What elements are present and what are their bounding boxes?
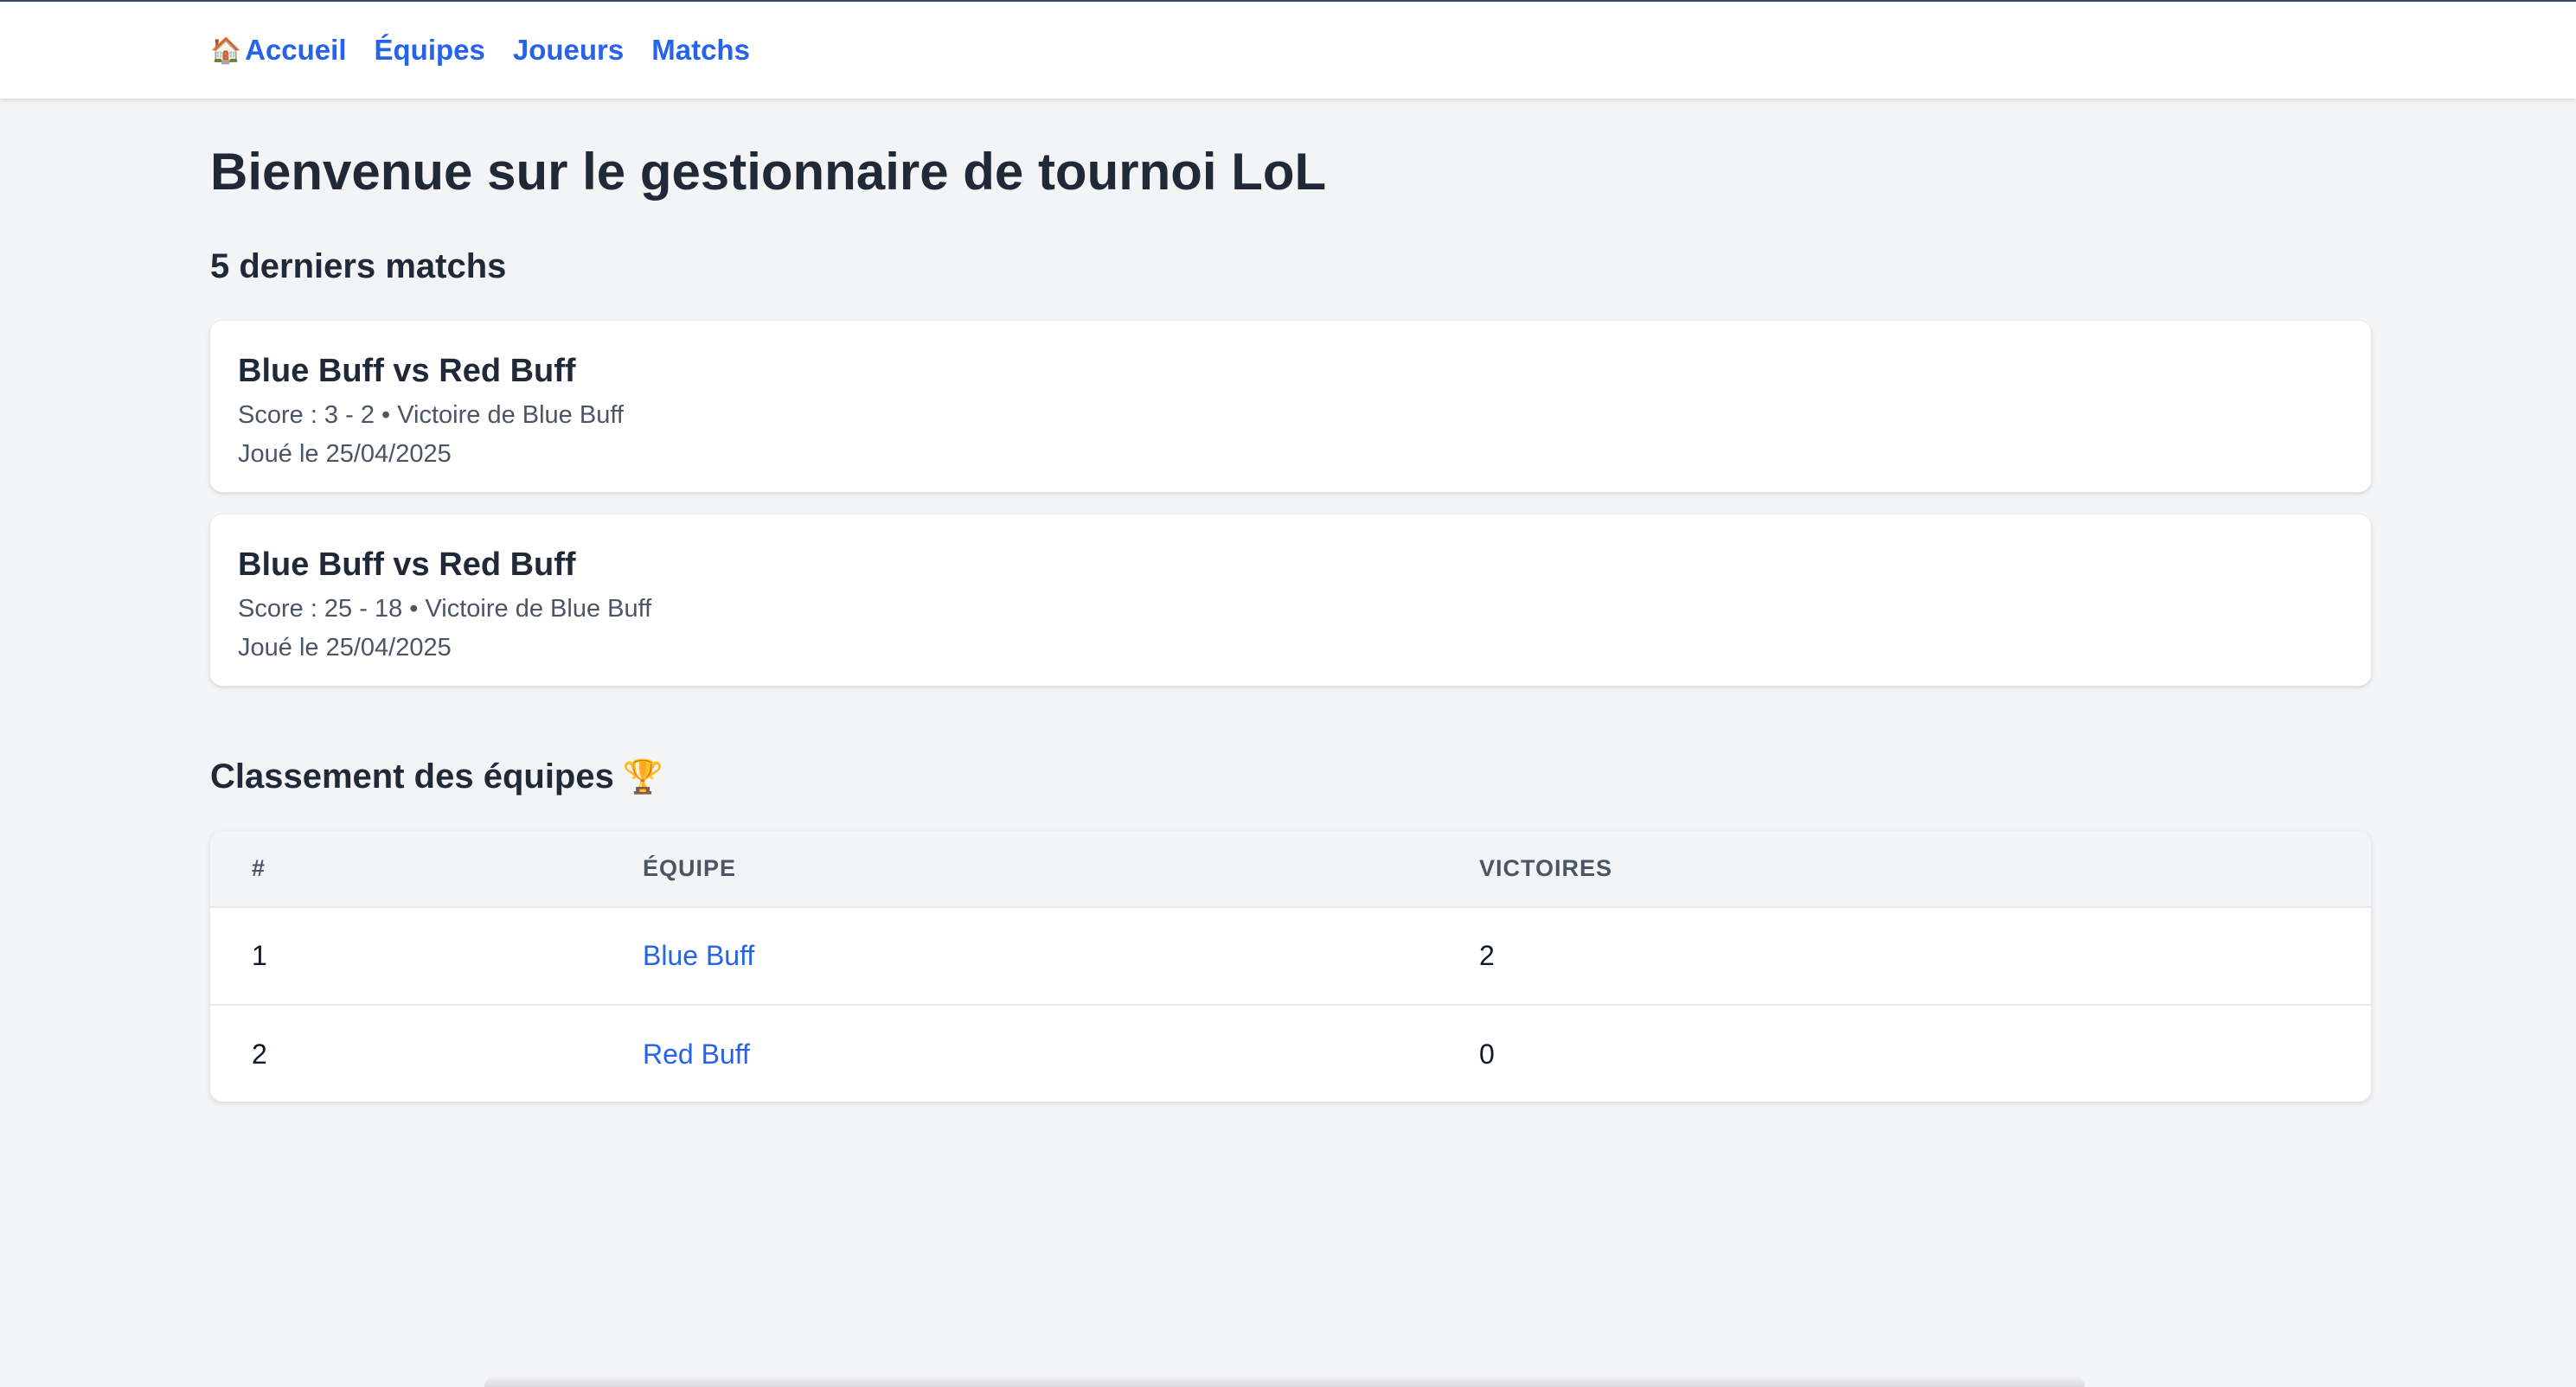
table-header-row: # ÉQUIPE VICTOIRES <box>210 831 2371 907</box>
wins-cell: 2 <box>1479 940 1495 971</box>
nav-links: 🏠 Accueil Équipes Joueurs Matchs <box>210 2 750 99</box>
rank-cell: 2 <box>252 1038 267 1070</box>
match-card: Blue Buff vs Red Buff Score : 25 - 18 • … <box>210 515 2371 686</box>
nav-link-teams[interactable]: Équipes <box>375 34 485 67</box>
ranking-table-card: # ÉQUIPE VICTOIRES 1 Blue Buff 2 2 Red B… <box>210 831 2371 1102</box>
match-date: Joué le 25/04/2025 <box>238 633 452 662</box>
team-cell: Blue Buff <box>643 907 1479 1005</box>
nav-link-home-label: Accueil <box>245 34 347 66</box>
table-row: 1 Blue Buff 2 <box>210 907 2371 1005</box>
recent-matches-title: 5 derniers matchs <box>210 247 507 285</box>
wins-cell: 0 <box>1479 1038 1495 1070</box>
match-score: Score : 25 - 18 • Victoire de Blue Buff <box>238 594 652 623</box>
team-cell: Red Buff <box>643 1005 1479 1102</box>
ranking-title: Classement des équipes 🏆 <box>210 757 663 796</box>
match-date: Joué le 25/04/2025 <box>238 439 452 468</box>
page-title: Bienvenue sur le gestionnaire de tournoi… <box>210 143 1327 201</box>
ranking-table: # ÉQUIPE VICTOIRES 1 Blue Buff 2 2 Red B… <box>210 831 2371 1102</box>
nav-link-matches[interactable]: Matchs <box>651 34 750 67</box>
ranking-title-text: Classement des équipes <box>210 757 614 796</box>
match-score: Score : 3 - 2 • Victoire de Blue Buff <box>238 400 624 429</box>
header-wins: VICTOIRES <box>1479 855 1613 881</box>
nav-link-home[interactable]: 🏠 Accueil <box>210 34 347 67</box>
match-title: Blue Buff vs Red Buff <box>238 546 576 583</box>
nav-link-players[interactable]: Joueurs <box>513 34 624 67</box>
table-row: 2 Red Buff 0 <box>210 1005 2371 1102</box>
bottom-window-shadow <box>484 1375 2085 1387</box>
trophy-icon: 🏆 <box>622 757 664 796</box>
team-link-red-buff[interactable]: Red Buff <box>643 1039 750 1070</box>
team-link-blue-buff[interactable]: Blue Buff <box>643 940 754 971</box>
navbar: 🏠 Accueil Équipes Joueurs Matchs <box>0 2 2576 99</box>
match-card: Blue Buff vs Red Buff Score : 3 - 2 • Vi… <box>210 321 2371 492</box>
header-team: ÉQUIPE <box>643 855 737 881</box>
header-rank: # <box>252 855 266 881</box>
house-icon: 🏠 <box>210 35 242 65</box>
match-title: Blue Buff vs Red Buff <box>238 353 576 389</box>
rank-cell: 1 <box>252 940 267 971</box>
